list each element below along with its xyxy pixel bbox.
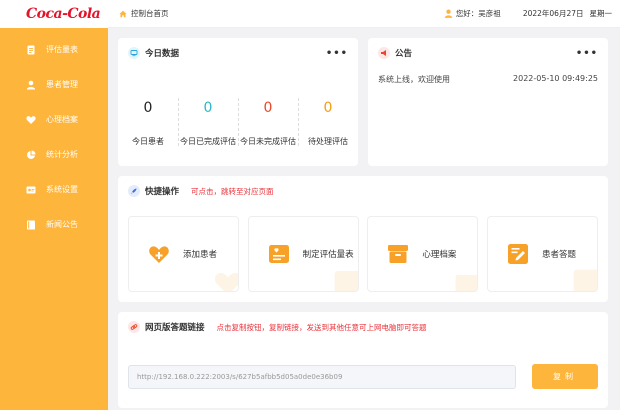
user-greeting[interactable]: 您好：吴彦祖 bbox=[444, 8, 501, 19]
sidebar-item-label: 新闻公告 bbox=[46, 220, 78, 229]
date-text: 2022年06月27日 bbox=[522, 9, 584, 18]
card-title: 公告 bbox=[395, 49, 413, 59]
card-header: 快捷操作 可点击，跳转至对应页面 bbox=[118, 176, 608, 206]
quick-add-patient[interactable]: 添加患者 bbox=[128, 216, 239, 292]
quick-create-scale[interactable]: 制定评估量表 bbox=[247, 216, 359, 292]
breadcrumb[interactable]: 控制台首页 bbox=[119, 8, 169, 19]
sidebar-item-statistics[interactable]: 统计分析 bbox=[0, 137, 108, 172]
web-link-hint: 点击复制按钮，复制链接，发送到其他任意可上网电脑即可答题 bbox=[216, 322, 427, 332]
watermark-icon bbox=[214, 272, 238, 291]
link-row: 复制 bbox=[118, 364, 608, 389]
sidebar: Coca-Cola 评估量表 患者管理 心理档案 统计分析 系统设置 新闻公告 bbox=[0, 0, 108, 410]
sidebar-item-label: 评估量表 bbox=[46, 45, 78, 54]
stat-label: 今日未完成评估 bbox=[240, 137, 296, 146]
add-patient-icon bbox=[147, 242, 171, 266]
announcement-icon bbox=[378, 47, 390, 59]
stat-label: 待处理评估 bbox=[308, 137, 348, 146]
current-date: 2022年06月27日 星期一 bbox=[523, 8, 612, 19]
user-greeting-text: 您好：吴彦祖 bbox=[455, 9, 501, 18]
card-header: 今日数据 ••• bbox=[118, 38, 358, 68]
sidebar-item-label: 心理档案 bbox=[46, 115, 78, 124]
weekday-text: 星期一 bbox=[589, 9, 613, 18]
sidebar-item-label: 患者管理 bbox=[46, 80, 78, 89]
quick-action-label: 患者答题 bbox=[541, 250, 576, 260]
stat-value: 0 bbox=[323, 100, 333, 116]
quick-patient-answer[interactable]: 患者答题 bbox=[486, 216, 598, 292]
sidebar-item-assessment-scale[interactable]: 评估量表 bbox=[0, 32, 108, 67]
more-icon[interactable]: ••• bbox=[326, 48, 348, 59]
stat-today-patients[interactable]: 0 今日患者 bbox=[118, 68, 178, 166]
pie-chart-icon bbox=[26, 150, 36, 160]
scale-doc-icon bbox=[26, 45, 36, 55]
sidebar-item-label: 系统设置 bbox=[46, 185, 78, 194]
stat-value: 0 bbox=[263, 100, 273, 116]
quick-action-label: 心理档案 bbox=[422, 250, 457, 260]
card-title: 快捷操作 bbox=[145, 187, 180, 197]
sidebar-item-patient-management[interactable]: 患者管理 bbox=[0, 67, 108, 102]
card-title: 网页版答题链接 bbox=[145, 323, 205, 333]
sidebar-item-news[interactable]: 新闻公告 bbox=[0, 207, 108, 242]
watermark-icon bbox=[455, 275, 478, 291]
heart-icon bbox=[26, 115, 36, 125]
notice-card: 公告 ••• 系统上线，欢迎使用 2022-05-10 09:49:25 bbox=[368, 38, 608, 166]
quick-action-label: 制定评估量表 bbox=[302, 250, 354, 260]
stat-value: 0 bbox=[203, 100, 213, 116]
more-icon[interactable]: ••• bbox=[576, 48, 598, 59]
card-header: 公告 ••• bbox=[368, 38, 608, 68]
header-right: 您好：吴彦祖 2022年06月27日 星期一 bbox=[444, 8, 612, 19]
watermark-icon bbox=[334, 271, 358, 291]
sidebar-item-system-settings[interactable]: 系统设置 bbox=[0, 172, 108, 207]
notice-text: 系统上线，欢迎使用 bbox=[378, 75, 450, 84]
stat-label: 今日已完成评估 bbox=[180, 137, 236, 146]
scale-create-icon bbox=[267, 242, 291, 266]
card-title: 今日数据 bbox=[145, 49, 180, 59]
answer-link-input[interactable] bbox=[128, 364, 516, 389]
settings-card-icon bbox=[26, 185, 36, 195]
monitor-icon bbox=[128, 47, 140, 59]
today-data-card: 今日数据 ••• 0 今日患者 0 今日已完成评估 0 今日未完成评估 0 待处… bbox=[118, 38, 358, 166]
watermark-icon bbox=[573, 269, 597, 291]
rocket-icon bbox=[128, 185, 140, 197]
link-icon bbox=[128, 321, 140, 333]
stat-label: 今日患者 bbox=[132, 137, 164, 146]
quick-psych-archive[interactable]: 心理档案 bbox=[367, 216, 479, 292]
brand-logo-text: Coca-Cola bbox=[26, 6, 101, 22]
stat-today-incomplete[interactable]: 0 今日未完成评估 bbox=[238, 68, 298, 166]
quick-actions-list: 添加患者 制定评估量表 心理档案 患者答题 bbox=[118, 216, 608, 292]
home-icon bbox=[119, 10, 127, 17]
quick-action-label: 添加患者 bbox=[183, 250, 218, 260]
sidebar-item-label: 统计分析 bbox=[46, 150, 78, 159]
user-avatar-icon bbox=[444, 9, 453, 18]
quick-actions-card: 快捷操作 可点击，跳转至对应页面 添加患者 制定评估量表 心理档案 患者答题 bbox=[118, 176, 608, 302]
stat-today-completed[interactable]: 0 今日已完成评估 bbox=[178, 68, 238, 166]
sidebar-nav: 评估量表 患者管理 心理档案 统计分析 系统设置 新闻公告 bbox=[0, 32, 108, 242]
brand-logo[interactable]: Coca-Cola bbox=[0, 0, 108, 28]
quick-actions-hint: 可点击，跳转至对应页面 bbox=[191, 186, 274, 196]
answer-edit-icon bbox=[506, 242, 530, 266]
user-icon bbox=[26, 80, 36, 90]
card-header: 网页版答题链接 点击复制按钮，复制链接，发送到其他任意可上网电脑即可答题 bbox=[118, 312, 608, 342]
top-header: 控制台首页 您好：吴彦祖 2022年06月27日 星期一 bbox=[108, 0, 620, 28]
notice-time: 2022-05-10 09:49:25 bbox=[513, 74, 598, 83]
sidebar-item-psych-archive[interactable]: 心理档案 bbox=[0, 102, 108, 137]
notice-item[interactable]: 系统上线，欢迎使用 2022-05-10 09:49:25 bbox=[368, 74, 608, 85]
archive-box-icon bbox=[386, 242, 410, 266]
copy-button[interactable]: 复制 bbox=[532, 364, 598, 389]
today-stats: 0 今日患者 0 今日已完成评估 0 今日未完成评估 0 待处理评估 bbox=[118, 68, 358, 166]
breadcrumb-current: 控制台首页 bbox=[131, 9, 169, 18]
stat-pending[interactable]: 0 待处理评估 bbox=[298, 68, 358, 166]
book-icon bbox=[26, 220, 36, 230]
web-link-card: 网页版答题链接 点击复制按钮，复制链接，发送到其他任意可上网电脑即可答题 复制 bbox=[118, 312, 608, 408]
stat-value: 0 bbox=[143, 100, 153, 116]
